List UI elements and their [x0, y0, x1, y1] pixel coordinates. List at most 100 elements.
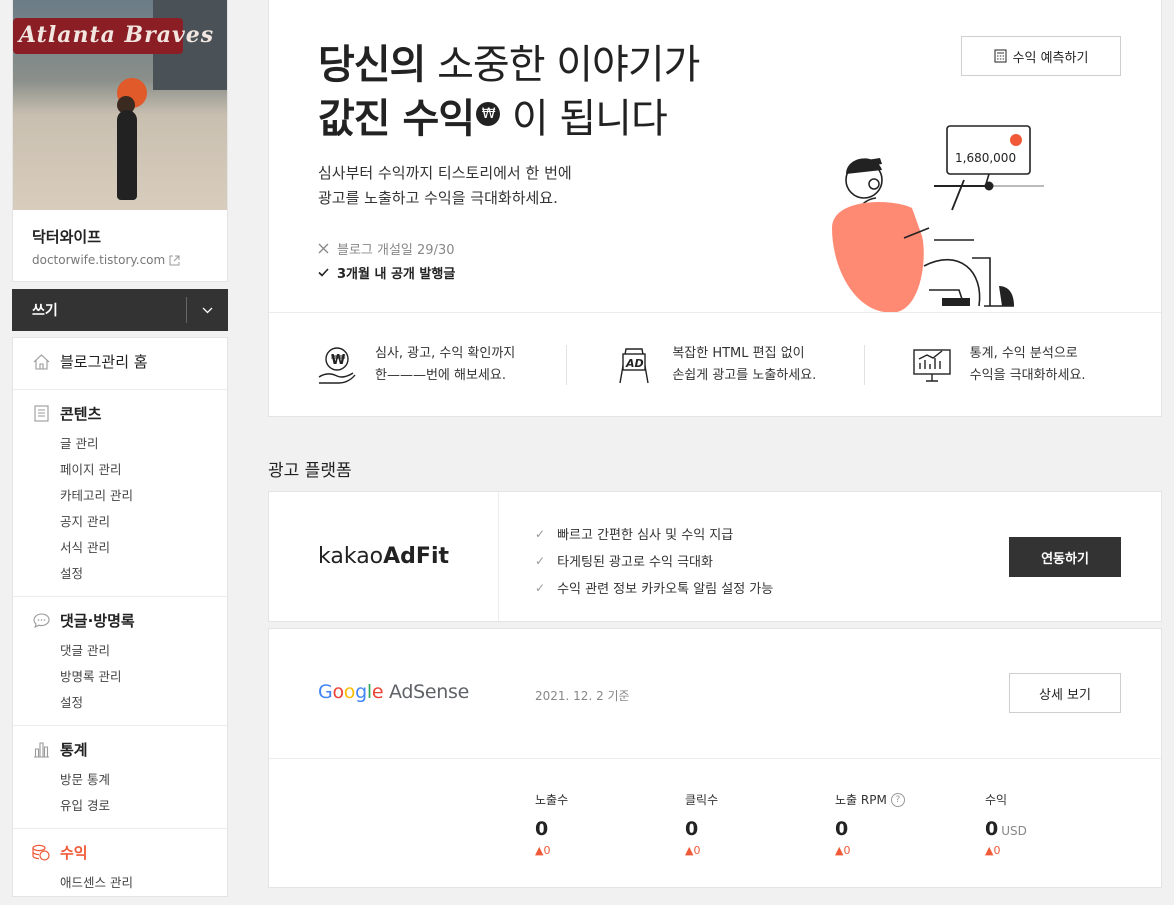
adfit-benefit-text: 타게팅된 광고로 수익 극대화: [557, 555, 713, 570]
menu-item-contents[interactable]: 콘텐츠: [32, 403, 227, 424]
submenu-visit-stats[interactable]: 방문 통계: [32, 760, 227, 788]
write-button[interactable]: 쓰기: [12, 289, 228, 331]
sidebar: Atlanta Braves 닥터와이프 doctorwife.tistory.…: [12, 0, 228, 897]
blog-url-link[interactable]: doctorwife.tistory.com: [13, 247, 227, 267]
feature-one-stop: ₩ 심사, 광고, 수익 확인까지 한———번에 해보세요.: [269, 313, 566, 416]
feature-row: ₩ 심사, 광고, 수익 확인까지 한———번에 해보세요. AD 복잡한 HT…: [269, 312, 1161, 416]
menu-section-revenue: 수익 애드센스 관리: [13, 829, 227, 905]
illus-body: [832, 202, 924, 313]
hero-title-2-bold: 값진 수익: [318, 96, 475, 142]
requirement-met-label: 3개월 내 공개 발행글: [337, 266, 456, 282]
adfit-benefit-text: 빠르고 간편한 심사 및 수익 지급: [557, 528, 734, 543]
illus-won-dot: [1010, 134, 1022, 146]
feature-one-stop-line1: 심사, 광고, 수익 확인까지: [375, 345, 516, 361]
write-dropdown-toggle[interactable]: [186, 297, 228, 323]
illus-amount-box: [946, 125, 1031, 175]
menu-item-stats[interactable]: 통계: [32, 739, 227, 760]
menu-item-revenue[interactable]: 수익: [32, 842, 227, 863]
svg-text:₩: ₩: [331, 353, 346, 368]
home-icon: [32, 353, 50, 371]
feature-easy-ads: AD 복잡한 HTML 편집 없이 손쉽게 광고를 노출하세요.: [566, 313, 863, 416]
stat-label-row: 노출 RPM ?: [835, 791, 985, 808]
submenu-notices[interactable]: 공지 관리: [32, 504, 227, 530]
stat-label: 클릭수: [685, 793, 719, 807]
coins-icon: [32, 844, 50, 862]
requirement-unmet: 블로그 개설일 29/30: [318, 236, 455, 260]
requirements: 블로그 개설일 29/30 3개월 내 공개 발행글: [318, 236, 455, 284]
menu-item-comments[interactable]: 댓글·방명록: [32, 610, 227, 631]
help-icon[interactable]: ?: [890, 792, 905, 807]
hero-desc-line2: 광고를 노출하고 수익을 극대화하세요.: [318, 189, 558, 207]
external-link-icon: [169, 255, 180, 265]
chevron-down-icon: [202, 307, 213, 313]
menu-item-contents-label[interactable]: 콘텐츠: [60, 403, 101, 424]
adfit-card: kakao AdFit ✓ 빠르고 간편한 심사 및 수익 지급 ✓ 타게팅된 광고로…: [268, 491, 1162, 622]
close-icon: [318, 243, 329, 253]
feature-analytics-line2: 수익을 극대화하세요.: [969, 367, 1086, 383]
predict-revenue-button[interactable]: 수익 예측하기: [961, 36, 1121, 76]
profile-card: Atlanta Braves 닥터와이프 doctorwife.tistory.…: [12, 0, 228, 282]
adfit-logo-text: AdFit: [383, 544, 450, 569]
stat-delta: ▲0: [685, 844, 701, 857]
kakao-logo-text: kakao: [318, 544, 384, 569]
stat-clicks: 클릭수 0 ▲0: [685, 791, 835, 857]
speech-bubble-icon: [32, 612, 50, 630]
adfit-connect-button[interactable]: 연동하기: [1009, 537, 1121, 577]
menu-item-revenue-label[interactable]: 수익: [60, 842, 88, 863]
submenu-comments-settings[interactable]: 설정: [32, 685, 227, 711]
hero-title-2-light: 이 됩니다: [500, 96, 668, 142]
predict-revenue-label[interactable]: 수익 예측하기: [1013, 47, 1089, 66]
ad-platform-title: 광고 플랫폼: [268, 461, 352, 481]
feature-analytics-text: 통계, 수익 분석으로 수익을 극대화하세요.: [970, 343, 1086, 387]
won-hand-icon: ₩: [318, 346, 356, 384]
submenu-pages[interactable]: 페이지 관리: [32, 452, 227, 478]
stat-value: 0: [685, 818, 699, 840]
stat-delta: ▲0: [985, 844, 1001, 857]
submenu-guestbook-manage[interactable]: 방명록 관리: [32, 659, 227, 685]
submenu-comment-manage[interactable]: 댓글 관리: [32, 631, 227, 659]
feature-one-stop-line2: 한———번에 해보세요.: [375, 367, 506, 383]
blog-url[interactable]: doctorwife.tistory.com: [32, 253, 165, 267]
logo-letter: o: [332, 681, 344, 703]
submenu-contents-settings[interactable]: 설정: [32, 556, 227, 582]
logo-letter: o: [343, 681, 356, 703]
blog-name[interactable]: 닥터와이프: [13, 210, 227, 247]
submenu-posts[interactable]: 글 관리: [32, 424, 227, 452]
submenu-templates[interactable]: 서식 관리: [32, 530, 227, 556]
submenu-adsense-manage[interactable]: 애드센스 관리: [32, 863, 227, 891]
menu-item-stats-label[interactable]: 통계: [60, 739, 88, 760]
stat-value: 0: [835, 818, 849, 840]
document-icon: [32, 405, 50, 423]
feature-easy-ads-line1: 복잡한 HTML 편집 없이: [672, 345, 805, 361]
stat-value: 0: [535, 818, 549, 840]
write-button-label[interactable]: 쓰기: [12, 300, 58, 320]
submenu-referrers[interactable]: 유입 경로: [32, 788, 227, 814]
hero-title-line2: 값진 수익 ₩ 이 됩니다: [318, 92, 699, 146]
menu-item-home-label[interactable]: 블로그관리 홈: [60, 351, 148, 372]
logo-letter: e: [371, 681, 384, 703]
hero-title-1-light: 소중한 이야기가: [425, 42, 700, 88]
menu-item-comments-label[interactable]: 댓글·방명록: [60, 610, 135, 631]
illus-amount: 1,680,000: [955, 151, 1016, 165]
menu-section-home: 블로그관리 홈: [13, 338, 227, 390]
check-icon: ✓: [535, 553, 546, 568]
adsense-detail-button[interactable]: 상세 보기: [1009, 673, 1121, 713]
hero-title-1-bold: 당신의: [318, 42, 426, 88]
stat-label: 노출수: [535, 793, 569, 807]
stat-delta: ▲0: [835, 844, 851, 857]
hero-title: 당신의 소중한 이야기가 값진 수익 ₩ 이 됩니다: [318, 38, 700, 146]
menu-item-home[interactable]: 블로그관리 홈: [32, 351, 227, 372]
ad-board-icon: AD: [619, 347, 650, 383]
feature-analytics-line1: 통계, 수익 분석으로: [969, 345, 1078, 361]
adsense-card: Google AdSense 2021. 12. 2 기준 상세 보기 노출수 …: [268, 628, 1162, 888]
check-icon: ✓: [535, 526, 546, 541]
stat-label: 수익: [985, 793, 1008, 807]
feature-analytics: 통계, 수익 분석으로 수익을 극대화하세요.: [863, 313, 1161, 416]
adfit-benefit: ✓ 수익 관련 정보 카카오톡 알림 설정 가능: [535, 574, 1161, 601]
profile-photo[interactable]: Atlanta Braves: [13, 0, 227, 210]
adsense-header: Google AdSense 2021. 12. 2 기준 상세 보기: [269, 629, 1161, 759]
admin-menu: 블로그관리 홈 콘텐츠 글 관리 페이지 관리 카테고리 관리 공지 관리 서식…: [12, 337, 228, 897]
submenu-categories[interactable]: 카테고리 관리: [32, 478, 227, 504]
logo-letter: G: [318, 681, 333, 703]
adsense-date: 2021. 12. 2 기준: [535, 689, 630, 703]
